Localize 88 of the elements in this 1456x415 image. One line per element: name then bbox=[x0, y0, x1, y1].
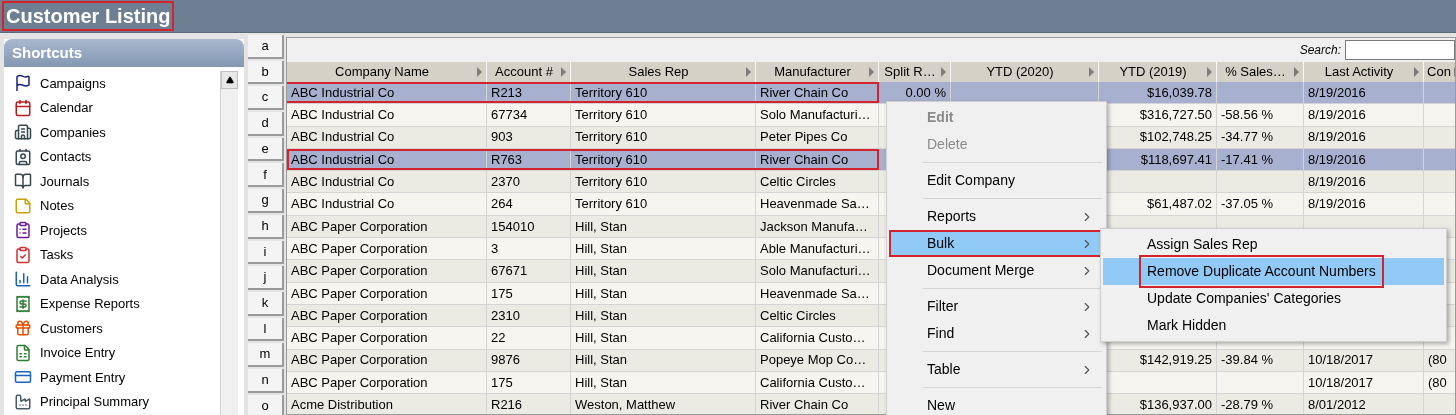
table-cell-text: ABC Paper Corporation bbox=[291, 351, 428, 370]
table-cell-text: California Custo… bbox=[760, 373, 866, 392]
table-cell-text: ABC Paper Corporation bbox=[291, 284, 428, 303]
table-cell-text: -58.56 % bbox=[1221, 106, 1274, 125]
table-cell-text: -39.84 % bbox=[1221, 351, 1274, 370]
table-cell-text: ABC Industrial Co bbox=[291, 128, 395, 147]
table-cell-text: 8/19/2016 bbox=[1308, 128, 1366, 147]
table-cell-text: Hill, Stan bbox=[575, 217, 628, 236]
table-cell-text: River Chain Co bbox=[760, 83, 849, 102]
table-cell-text: ABC Paper Corporation bbox=[291, 217, 428, 236]
table-cell-text: ABC Paper Corporation bbox=[291, 306, 428, 325]
table-cell-text: Celtic Circles bbox=[760, 306, 836, 325]
table-cell-text: 154010 bbox=[491, 217, 535, 236]
table-cell-text: $102,748.25 bbox=[1139, 128, 1212, 147]
search-label: Search: bbox=[1299, 42, 1341, 59]
panel-title: Shortcuts bbox=[12, 42, 82, 63]
table-cell-text: 8/19/2016 bbox=[1308, 150, 1366, 169]
table-cell-text: ABC Industrial Co bbox=[291, 83, 395, 102]
table-cell-text: Heavenmade Sa… bbox=[760, 195, 870, 214]
table-cell-text: $142,919.25 bbox=[1139, 351, 1212, 370]
table-cell-text: R763 bbox=[491, 150, 523, 169]
table-cell-text: ABC Paper Corporation bbox=[291, 239, 428, 258]
table-cell-text: $61,487.02 bbox=[1146, 195, 1212, 214]
table-cell-text: River Chain Co bbox=[760, 150, 849, 169]
table-cell-text: 9876 bbox=[491, 351, 520, 370]
table-cell-text: Territory 610 bbox=[575, 128, 648, 147]
table-cell-text: Hill, Stan bbox=[575, 306, 628, 325]
table-cell-text: Territory 610 bbox=[575, 173, 648, 192]
table-cell-text: Hill, Stan bbox=[575, 351, 628, 370]
table-cell-text: 903 bbox=[491, 128, 513, 147]
table-cell-text: Popeye Mop Co… bbox=[760, 351, 867, 370]
table-cell-text: 175 bbox=[491, 284, 513, 303]
table-cell-text: 10/18/2017 bbox=[1308, 351, 1374, 370]
table-cell-text: ABC Paper Corporation bbox=[291, 373, 428, 392]
table-cell-text: 2370 bbox=[491, 173, 520, 192]
table-cell-text: 67734 bbox=[491, 106, 528, 125]
table-cell-text: Peter Pipes Co bbox=[760, 128, 848, 147]
table-cell-text: Heavenmade Sa… bbox=[760, 284, 870, 303]
table-cell-text: 2310 bbox=[491, 306, 520, 325]
table-cell-text: 22 bbox=[491, 329, 506, 348]
table-cell-text: -17.41 % bbox=[1221, 150, 1274, 169]
table-cell-text: Hill, Stan bbox=[575, 239, 628, 258]
table-cell-text: Weston, Matthew bbox=[575, 396, 676, 414]
table-cell-text: $118,697.41 bbox=[1140, 150, 1212, 169]
table-cell-text: (80 bbox=[1428, 351, 1447, 370]
table-cell-text: 8/19/2016 bbox=[1308, 195, 1366, 214]
table-cell-text: ABC Paper Corporation bbox=[291, 262, 428, 281]
table-cell-text: Solo Manufacturi… bbox=[760, 262, 871, 281]
table-cell-text: -34.77 % bbox=[1221, 128, 1274, 147]
table-cell-text: $316,727.50 bbox=[1139, 106, 1212, 125]
table-cell-text: -28.79 % bbox=[1221, 396, 1274, 414]
table-cell-text: Territory 610 bbox=[575, 150, 648, 169]
table-cell-text: Acme Distribution bbox=[291, 396, 393, 414]
table-cell-text: ABC Industrial Co bbox=[291, 195, 395, 214]
table-cell-text: Territory 610 bbox=[575, 195, 648, 214]
table-cell-text: Solo Manufacturi… bbox=[760, 106, 871, 125]
table-cell-text: ABC Industrial Co bbox=[291, 173, 395, 192]
table-cell-text: 175 bbox=[491, 373, 513, 392]
table-cell-text: Hill, Stan bbox=[575, 262, 628, 281]
table-cell-text: 10/18/2017 bbox=[1308, 373, 1374, 392]
table-cell-text: 264 bbox=[491, 195, 513, 214]
page-title: Customer Listing bbox=[4, 3, 173, 29]
table-cell-text: $16,039.78 bbox=[1146, 83, 1212, 102]
table-cell-text: Hill, Stan bbox=[575, 329, 628, 348]
table-cell-text: 8/19/2016 bbox=[1308, 173, 1366, 192]
table-cell-text: ABC Industrial Co bbox=[291, 150, 395, 169]
table-cell-text: 8/01/2012 bbox=[1308, 396, 1366, 414]
table-cell-text: Celtic Circles bbox=[760, 173, 836, 192]
table-cell-text: ABC Paper Corporation bbox=[291, 329, 428, 348]
table-cell-text: Territory 610 bbox=[575, 83, 648, 102]
table-cell-text: Hill, Stan bbox=[575, 284, 628, 303]
table-cell-text: R216 bbox=[491, 396, 523, 414]
table-cell-text: R213 bbox=[491, 83, 523, 102]
table-cell-text: Hill, Stan bbox=[575, 373, 628, 392]
table-cell-text: $136,937.00 bbox=[1139, 396, 1212, 414]
table-cell-text: 0.00 % bbox=[905, 83, 946, 102]
table-cell-text: -37.05 % bbox=[1221, 195, 1274, 214]
table-cell-text: (80 bbox=[1428, 373, 1447, 392]
table-cell-text: 67671 bbox=[491, 262, 528, 281]
table-cell-text: River Chain Co bbox=[760, 396, 849, 414]
table-cell-text: California Custo… bbox=[760, 329, 866, 348]
table-cell-text: 8/19/2016 bbox=[1308, 106, 1366, 125]
table-cell-text: 3 bbox=[491, 239, 499, 258]
table-cell-text: Territory 610 bbox=[575, 106, 648, 125]
table-cell-text: 8/19/2016 bbox=[1308, 83, 1366, 102]
table-cell-text: Able Manufacturi… bbox=[760, 239, 871, 258]
table-cell-text: Jackson Manufa… bbox=[760, 217, 868, 236]
table-cell-text: ABC Industrial Co bbox=[291, 106, 395, 125]
